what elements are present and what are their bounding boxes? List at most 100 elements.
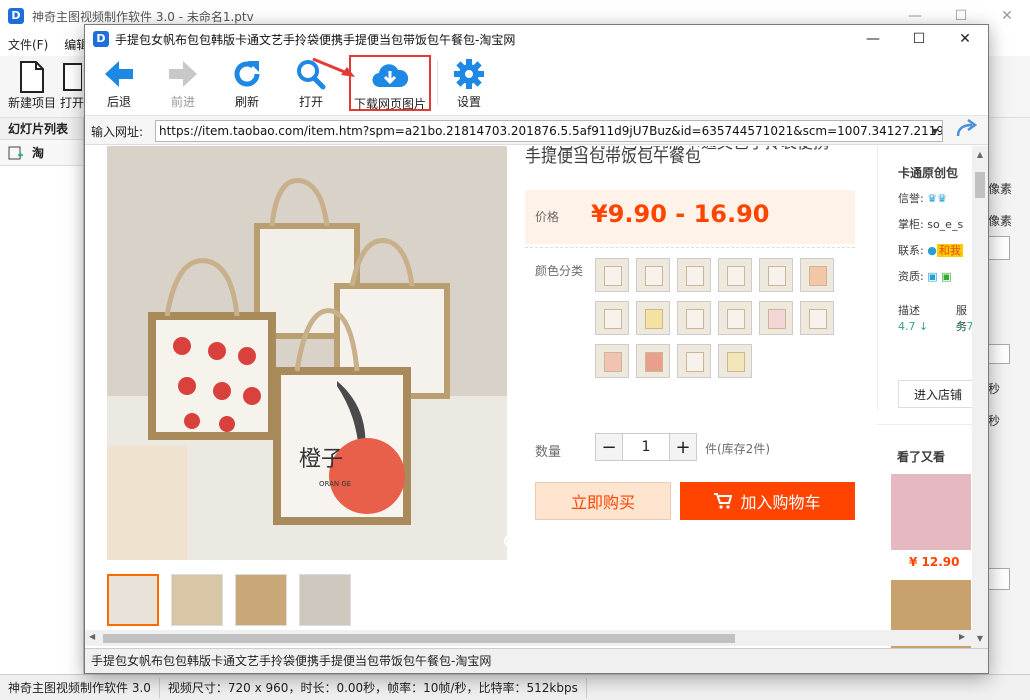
color-swatch[interactable] bbox=[800, 258, 834, 292]
back-arrow-icon bbox=[101, 55, 137, 93]
scroll-left-icon[interactable]: ◀ bbox=[89, 632, 95, 641]
horizontal-scrollbar[interactable]: ◀ ▶ bbox=[85, 630, 972, 646]
credit-label: 信誉: bbox=[898, 192, 924, 205]
properties-panel: 像素 像素 秒 秒 bbox=[988, 118, 1030, 674]
property-button[interactable] bbox=[988, 568, 1010, 590]
download-images-button[interactable]: 下载网页图片 bbox=[349, 55, 431, 111]
product-main-image[interactable]: 橙子 ORAN GE bbox=[107, 146, 507, 560]
color-swatch[interactable] bbox=[718, 258, 752, 292]
color-swatch[interactable] bbox=[636, 344, 670, 378]
color-swatch[interactable] bbox=[800, 301, 834, 335]
scroll-right-icon[interactable]: ▶ bbox=[959, 632, 965, 641]
horizontal-scroll-thumb[interactable] bbox=[103, 634, 735, 643]
thumbnail[interactable] bbox=[235, 574, 287, 626]
gear-icon bbox=[451, 55, 487, 93]
go-button[interactable] bbox=[955, 118, 979, 145]
quantity-label: 数量 bbox=[535, 445, 562, 460]
image-thumbnails bbox=[107, 574, 415, 626]
url-input[interactable]: https://item.taobao.com/item.htm?spm=a21… bbox=[155, 120, 943, 142]
back-button[interactable]: 后退 bbox=[101, 55, 137, 111]
scroll-down-icon[interactable]: ▼ bbox=[972, 634, 988, 643]
status-appname: 神奇主图视频制作软件 3.0 bbox=[0, 677, 160, 698]
color-swatch[interactable] bbox=[677, 258, 711, 292]
product-title: 手提包女帆布包包韩版卡通文艺手拎袋便携 手提便当包带饭包午餐包 bbox=[525, 146, 855, 168]
contact-value[interactable]: 和我 bbox=[936, 244, 963, 257]
qty-plus-button[interactable]: + bbox=[670, 434, 696, 460]
chat-icon[interactable]: ● bbox=[927, 244, 937, 257]
keeper-label: 掌柜: bbox=[898, 218, 924, 231]
qty-input[interactable]: 1 bbox=[622, 434, 670, 460]
app-close-icon[interactable]: ✕ bbox=[984, 0, 1030, 32]
thumbnail[interactable] bbox=[363, 574, 415, 626]
score-service-value: 4.7 bbox=[956, 320, 974, 333]
settings-button[interactable]: 设置 bbox=[451, 55, 487, 111]
add-slide-icon[interactable] bbox=[8, 145, 24, 161]
dialog-title: 手提包女帆布包包韩版卡通文艺手拎袋便携手提便当包带饭包午餐包-淘宝网 bbox=[115, 32, 516, 47]
zoom-icon[interactable] bbox=[503, 534, 507, 552]
status-video-info: 视频尺寸：720 x 960，时长：0.00秒，帧率：10帧/秒，比特率：512… bbox=[160, 677, 587, 698]
taobao-tool-label[interactable]: 淘 bbox=[32, 144, 44, 161]
color-swatch[interactable] bbox=[636, 258, 670, 292]
slide-list-title: 幻灯片列表 bbox=[0, 118, 83, 140]
price-box: 价格 ¥9.90 - 16.90 bbox=[525, 190, 855, 244]
color-swatch[interactable] bbox=[595, 301, 629, 335]
bag-text-orange: 橙子 bbox=[299, 447, 343, 472]
url-value: https://item.taobao.com/item.htm?spm=a21… bbox=[159, 124, 943, 138]
recommended-item-price[interactable]: ¥ 12.90 bbox=[909, 555, 959, 569]
color-swatch[interactable] bbox=[718, 344, 752, 378]
stock-info: 件(库存2件) bbox=[705, 442, 770, 456]
color-swatch[interactable] bbox=[636, 301, 670, 335]
dialog-close-icon[interactable]: ✕ bbox=[942, 25, 988, 53]
annotation-arrow-icon bbox=[312, 57, 355, 77]
qualification-row: 资质: ▣ ▣ bbox=[898, 268, 952, 284]
enter-shop-button[interactable]: 进入店铺 bbox=[898, 380, 978, 408]
dialog-window-controls: — ☐ ✕ bbox=[850, 25, 988, 53]
browser-toolbar: 后退 前进 刷新 打开 下载网页图片 设置 bbox=[85, 53, 988, 113]
thumbnail[interactable] bbox=[107, 574, 159, 626]
web-page-view[interactable]: 橙子 ORAN GE 手提包女帆布包包韩版卡通文艺手拎袋便携 手提便当包带饭包午… bbox=[85, 146, 988, 648]
unit-second-1: 秒 bbox=[988, 382, 1001, 396]
color-swatch[interactable] bbox=[759, 258, 793, 292]
url-dropdown-icon[interactable]: ▼ bbox=[932, 122, 938, 141]
menu-file[interactable]: 文件(F) bbox=[0, 36, 56, 53]
dialog-statusbar: 手提包女帆布包包韩版卡通文艺手拎袋便携手提便当包带饭包午餐包-淘宝网 bbox=[85, 648, 988, 673]
divider bbox=[525, 247, 855, 248]
score-desc-value: 4.7 ↓ bbox=[898, 320, 929, 333]
license-icon: ▣ bbox=[927, 270, 938, 283]
scroll-up-icon[interactable]: ▲ bbox=[972, 150, 988, 159]
forward-arrow-icon bbox=[165, 55, 201, 93]
refresh-icon bbox=[229, 55, 265, 93]
badge-icon: ▣ bbox=[941, 270, 952, 283]
color-swatch[interactable] bbox=[718, 301, 752, 335]
color-swatch[interactable] bbox=[677, 301, 711, 335]
recommended-item-image[interactable] bbox=[891, 474, 971, 550]
add-to-cart-button[interactable]: 加入购物车 bbox=[680, 482, 855, 520]
thumbnail[interactable] bbox=[171, 574, 223, 626]
forward-label: 前进 bbox=[170, 95, 195, 109]
buy-now-button[interactable]: 立即购买 bbox=[535, 482, 671, 520]
color-swatch[interactable] bbox=[759, 301, 793, 335]
vertical-scroll-thumb[interactable] bbox=[975, 172, 985, 198]
shop-name[interactable]: 卡通原创包 bbox=[898, 164, 958, 181]
slide-list-panel: 幻灯片列表 淘 bbox=[0, 118, 84, 674]
color-swatch[interactable] bbox=[595, 344, 629, 378]
property-select[interactable] bbox=[988, 344, 1010, 364]
color-swatch[interactable] bbox=[595, 258, 629, 292]
refresh-label: 刷新 bbox=[234, 95, 259, 109]
dialog-minimize-icon[interactable]: — bbox=[850, 25, 896, 53]
address-label: 输入网址: bbox=[91, 125, 144, 139]
address-bar: 输入网址: https://item.taobao.com/item.htm?s… bbox=[85, 115, 988, 145]
forward-button[interactable]: 前进 bbox=[165, 55, 201, 111]
vertical-scrollbar[interactable]: ▲ ▼ bbox=[972, 146, 988, 648]
color-swatch[interactable] bbox=[677, 344, 711, 378]
thumbnail[interactable] bbox=[299, 574, 351, 626]
toolbar-divider bbox=[437, 61, 438, 105]
keeper-value[interactable]: so_e_s bbox=[927, 218, 963, 231]
dialog-maximize-icon[interactable]: ☐ bbox=[896, 25, 942, 53]
property-input[interactable] bbox=[988, 236, 1010, 260]
refresh-button[interactable]: 刷新 bbox=[229, 55, 265, 111]
shop-info: 卡通原创包 信誉: ♛♛ 掌柜: so_e_s 联系: ● 和我 资质: ▣ ▣ … bbox=[877, 146, 978, 410]
settings-label: 设置 bbox=[456, 95, 481, 109]
app-logo-icon: D bbox=[8, 8, 24, 24]
qty-minus-button[interactable]: − bbox=[596, 434, 622, 460]
